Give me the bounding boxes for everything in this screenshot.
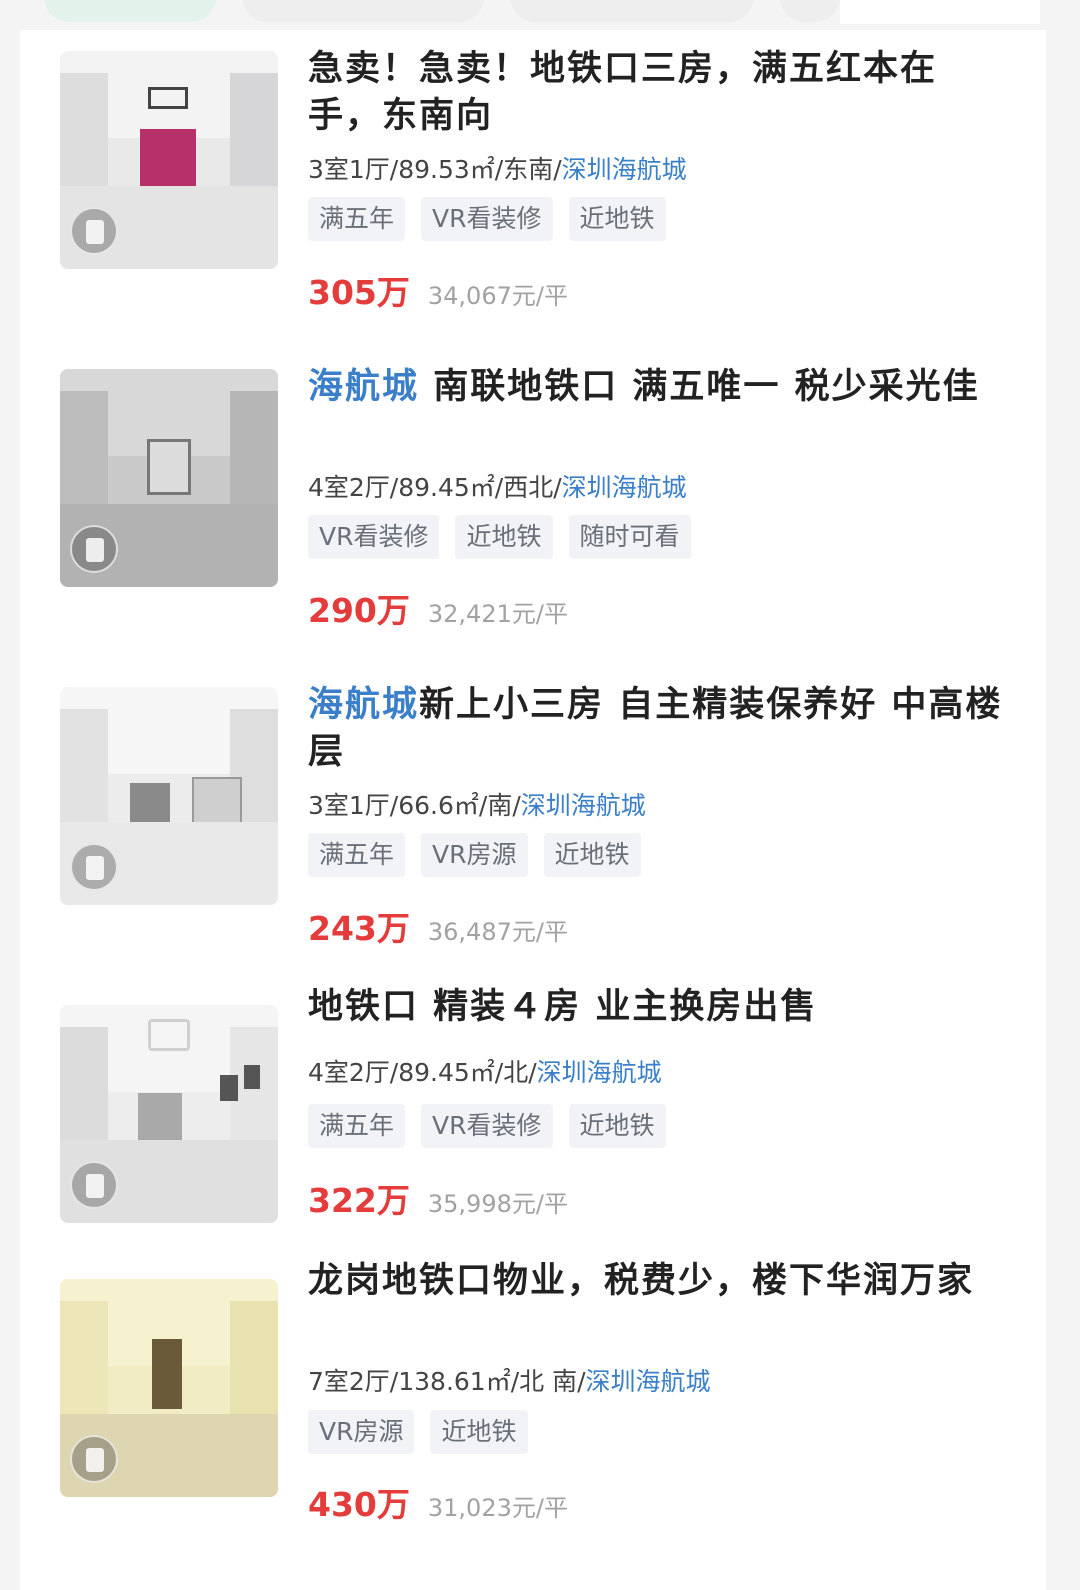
community-link[interactable]: 深圳海航城 [562, 155, 687, 184]
tag: 近地铁 [568, 197, 666, 241]
listing-price: 430万 31,023元/平 [308, 1478, 568, 1526]
listing-tags: 满五年 VR房源 近地铁 [308, 833, 641, 877]
tag: 满五年 [308, 197, 406, 241]
total-price: 322万 [308, 1181, 410, 1220]
listing-price: 305万 34,067元/平 [308, 266, 568, 314]
vr-icon [70, 525, 118, 573]
listing-meta: 4室2厅/89.45㎡/北/深圳海航城 [308, 1053, 662, 1089]
community-link[interactable]: 深圳海航城 [521, 791, 646, 820]
vr-icon [70, 843, 118, 891]
vr-icon [70, 207, 118, 255]
listing-price: 243万 36,487元/平 [308, 902, 568, 950]
unit-price: 34,067元/平 [427, 282, 568, 310]
listing-photo[interactable] [60, 51, 278, 269]
listing-photo[interactable] [60, 1005, 278, 1223]
community-link[interactable]: 深圳海航城 [562, 473, 687, 502]
total-price: 305万 [308, 273, 410, 312]
tag: 随时可看 [568, 515, 691, 559]
filter-chip-1[interactable] [44, 0, 216, 22]
filter-chip-2[interactable] [242, 0, 484, 22]
meta-text: 3室1厅/66.6㎡/南/ [308, 791, 521, 820]
tag: 近地铁 [455, 515, 553, 559]
tag: VR看装修 [421, 1104, 553, 1148]
filter-bar [0, 0, 1080, 30]
listing-meta: 3室1厅/66.6㎡/南/深圳海航城 [308, 786, 646, 822]
meta-text: 4室2厅/89.45㎡/北/ [308, 1058, 537, 1087]
meta-text: 7室2厅/138.61㎡/北 南/ [308, 1367, 586, 1396]
tag: 近地铁 [543, 833, 641, 877]
listing-meta: 4室2厅/89.45㎡/西北/深圳海航城 [308, 468, 687, 504]
community-link[interactable]: 深圳海航城 [537, 1058, 662, 1087]
meta-text: 4室2厅/89.45㎡/西北/ [308, 473, 562, 502]
sort-area[interactable] [840, 0, 1040, 24]
title-text: 龙岗地铁口物业，税费少，楼下华润万家 [308, 1261, 975, 1301]
listing-price: 322万 35,998元/平 [308, 1174, 568, 1222]
community-link[interactable]: 深圳海航城 [586, 1367, 711, 1396]
filter-chip-3[interactable] [510, 0, 754, 22]
listing-photo[interactable] [60, 687, 278, 905]
listing-title[interactable]: 地铁口 精装４房 业主换房出售 [308, 984, 1008, 1031]
title-highlight: 海航城 [308, 685, 420, 725]
tag: VR看装修 [421, 197, 553, 241]
listing-photo[interactable] [60, 369, 278, 587]
unit-price: 36,487元/平 [427, 918, 568, 946]
listing-tags: VR看装修 近地铁 随时可看 [308, 515, 691, 559]
unit-price: 32,421元/平 [427, 600, 568, 628]
vr-icon [70, 1435, 118, 1483]
listing-tags: VR房源 近地铁 [308, 1410, 528, 1454]
total-price: 430万 [308, 1485, 410, 1524]
listing-list: 急卖！急卖！地铁口三房，满五红本在手，东南向 3室1厅/89.53㎡/东南/深圳… [20, 30, 1046, 1590]
title-text: 南联地铁口 满五唯一 税少采光佳 [419, 367, 980, 407]
vr-icon [70, 1161, 118, 1209]
listing-title[interactable]: 海航城新上小三房 自主精装保养好 中高楼层 [308, 682, 1008, 776]
title-text: 急卖！急卖！地铁口三房，满五红本在手，东南向 [308, 49, 938, 136]
listing-meta: 7室2厅/138.61㎡/北 南/深圳海航城 [308, 1362, 711, 1398]
listing-photo[interactable] [60, 1279, 278, 1497]
tag: 满五年 [308, 833, 406, 877]
total-price: 243万 [308, 909, 410, 948]
listing-title[interactable]: 急卖！急卖！地铁口三房，满五红本在手，东南向 [308, 46, 1008, 140]
tag: 近地铁 [568, 1104, 666, 1148]
tag: VR房源 [421, 833, 528, 877]
unit-price: 31,023元/平 [427, 1494, 568, 1522]
listing-tags: 满五年 VR看装修 近地铁 [308, 1104, 666, 1148]
meta-text: 3室1厅/89.53㎡/东南/ [308, 155, 562, 184]
listing-title[interactable]: 海航城 南联地铁口 满五唯一 税少采光佳 [308, 364, 1008, 411]
filter-chip-4[interactable] [780, 0, 840, 22]
listing-tags: 满五年 VR看装修 近地铁 [308, 197, 666, 241]
total-price: 290万 [308, 591, 410, 630]
tag: 满五年 [308, 1104, 406, 1148]
unit-price: 35,998元/平 [427, 1190, 568, 1218]
listing-price: 290万 32,421元/平 [308, 584, 568, 632]
listing-title[interactable]: 龙岗地铁口物业，税费少，楼下华润万家 [308, 1258, 1008, 1305]
tag: VR房源 [308, 1410, 415, 1454]
title-text: 地铁口 精装４房 业主换房出售 [308, 987, 818, 1027]
tag: VR看装修 [308, 515, 440, 559]
listing-meta: 3室1厅/89.53㎡/东南/深圳海航城 [308, 150, 687, 186]
title-highlight: 海航城 [308, 367, 420, 407]
tag: 近地铁 [430, 1410, 528, 1454]
